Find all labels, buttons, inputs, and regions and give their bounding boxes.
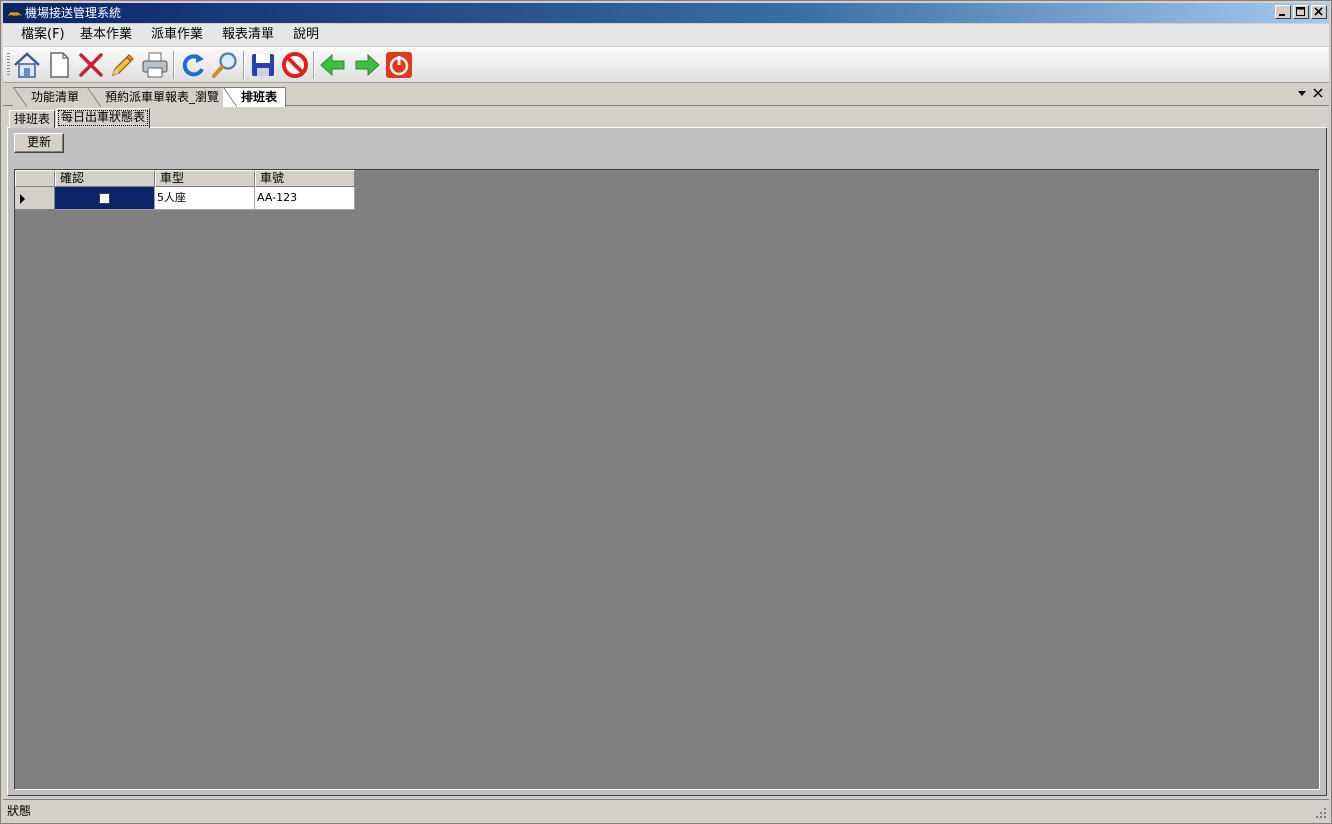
refresh-icon [182,54,204,77]
tab-dropdown-icon[interactable] [1297,88,1307,98]
menu-bar: 檔案(F) 基本作業 派車作業 報表清單 說明 [3,24,1329,46]
next-button[interactable] [351,49,383,81]
toolbar [3,47,1329,83]
inner-tab-strip: 排班表 每日出車狀態表 [7,108,1327,128]
inner-tab-daily-status[interactable]: 每日出車狀態表 [56,108,151,128]
row-header[interactable] [15,187,55,210]
previous-button[interactable] [317,49,349,81]
toolbar-grip[interactable] [7,53,10,77]
search-button[interactable] [209,49,241,81]
status-label: 狀態 [7,804,32,818]
maximize-button[interactable] [1293,5,1309,19]
edit-pencil-icon [112,54,134,76]
minimize-icon [1279,14,1285,16]
close-icon [1314,7,1323,16]
toolbar-separator [313,51,315,79]
grid-header: 確認 車型 車號 [15,170,355,187]
title-bar: 機場接送管理系統 [3,3,1329,23]
window-controls [1275,5,1327,19]
new-button[interactable] [43,49,75,81]
cell-plate[interactable]: AA-123 [255,187,355,210]
back-arrow-icon [320,53,345,77]
maximize-icon [1296,7,1305,16]
tab-close-icon[interactable] [1313,88,1323,98]
menu-reports[interactable]: 報表清單 [222,27,274,43]
delete-icon [79,53,103,77]
home-icon [14,52,40,78]
inner-tab-schedule[interactable]: 排班表 [9,110,56,128]
menu-help[interactable]: 說明 [293,27,319,43]
data-grid[interactable]: 確認 車型 車號 5人座 AA-123 [14,169,1320,790]
exit-button[interactable] [383,49,415,81]
menu-file[interactable]: 檔案(F) [21,27,65,43]
status-bar: 狀態 [3,799,1329,821]
tab-schedule[interactable]: 排班表 [223,87,287,107]
save-icon [252,54,274,76]
new-document-icon [50,52,69,78]
print-icon [142,52,168,78]
table-row[interactable]: 5人座 AA-123 [15,187,355,210]
tab-reservation-report[interactable]: 預約派車單報表_瀏覽 [87,87,229,107]
column-header-plate[interactable]: 車號 [255,170,355,187]
print-button[interactable] [139,49,171,81]
menu-dispatch-ops[interactable]: 派車作業 [151,27,203,43]
refresh-toolbar-button[interactable] [177,49,209,81]
minimize-button[interactable] [1275,5,1291,19]
resize-grip-icon[interactable] [1315,807,1327,819]
update-button[interactable]: 更新 [14,133,64,153]
tab-function-list[interactable]: 功能清單 [13,87,89,107]
grid-corner-header[interactable] [15,170,55,187]
app-car-icon [7,11,23,18]
close-button[interactable] [1311,5,1327,19]
edit-button[interactable] [107,49,139,81]
cell-car-type[interactable]: 5人座 [155,187,255,210]
home-button[interactable] [11,49,43,81]
cancel-icon [282,52,308,78]
power-exit-icon [386,52,412,78]
column-header-car-type[interactable]: 車型 [155,170,255,187]
current-row-arrow-icon [20,194,25,204]
cancel-button[interactable] [279,49,311,81]
toolbar-separator [173,51,175,79]
main-window: 機場接送管理系統 檔案(F) 基本作業 派車作業 報表清單 說明 功能清單 預約… [0,0,1332,824]
tab-controls [1297,88,1323,98]
forward-arrow-icon [355,53,380,77]
menu-basic-ops[interactable]: 基本作業 [80,27,132,43]
toolbar-separator [243,51,245,79]
column-header-confirm[interactable]: 確認 [55,170,155,187]
document-tab-strip: 功能清單 預約派車單報表_瀏覽 排班表 [3,84,1329,107]
cell-confirm[interactable] [55,187,155,210]
confirm-checkbox[interactable] [99,193,110,204]
window-title: 機場接送管理系統 [25,6,122,20]
search-icon [212,52,237,78]
delete-button[interactable] [75,49,107,81]
save-button[interactable] [247,49,279,81]
daily-status-page: 更新 確認 車型 車號 5人座 AA-123 [7,128,1327,796]
